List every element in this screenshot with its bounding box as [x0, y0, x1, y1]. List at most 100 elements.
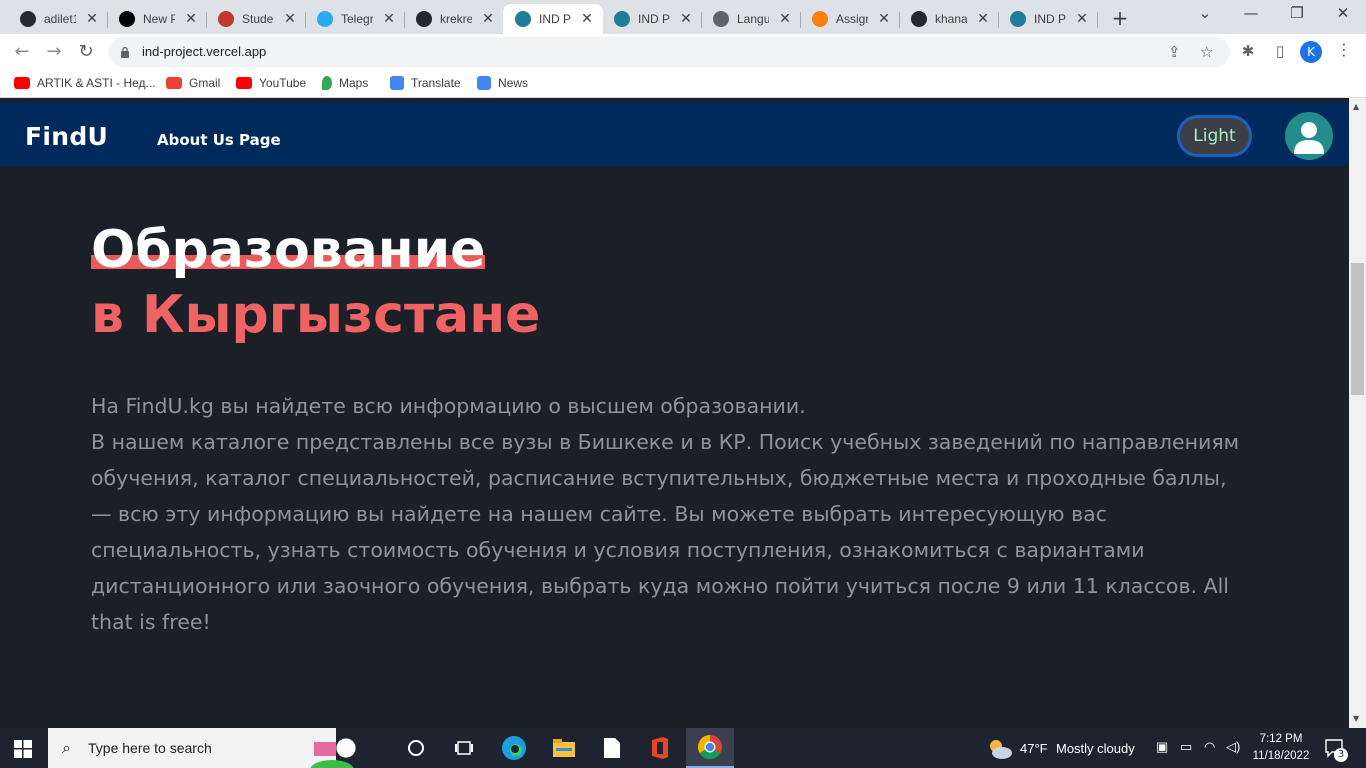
- scrollbar-thumb[interactable]: [1351, 263, 1364, 395]
- bookmark-item[interactable]: News: [477, 76, 528, 90]
- close-icon[interactable]: ✕: [480, 11, 496, 27]
- tab-search-icon[interactable]: ⌄: [1182, 4, 1228, 22]
- taskbar-search[interactable]: ⌕ Type here to search: [48, 728, 357, 768]
- bookmark-label: Translate: [411, 76, 461, 90]
- cortana-icon[interactable]: [392, 728, 440, 768]
- edge-icon[interactable]: [490, 728, 538, 768]
- close-icon[interactable]: ✕: [777, 11, 793, 27]
- search-highlight-icon: [310, 736, 357, 768]
- close-icon[interactable]: ✕: [183, 11, 199, 27]
- bookmark-label: News: [498, 76, 529, 90]
- windows-taskbar: ⌕ Type here to search 47°F Mostly cloudy…: [0, 728, 1366, 768]
- close-icon[interactable]: ✕: [282, 11, 298, 27]
- address-bar[interactable]: ind-project.vercel.app ⇪ ☆: [108, 37, 1230, 67]
- browser-tab[interactable]: Langu ✕: [701, 4, 801, 34]
- close-icon[interactable]: ✕: [579, 11, 595, 27]
- new-tab-icon[interactable]: +: [1108, 6, 1132, 30]
- wifi-icon[interactable]: ◠: [1204, 739, 1215, 755]
- bookmark-star-icon[interactable]: ☆: [1200, 43, 1213, 61]
- browser-tab[interactable]: adilet1 ✕: [8, 4, 108, 34]
- close-icon[interactable]: ✕: [381, 11, 397, 27]
- browser-tab[interactable]: IND Pr ✕: [602, 4, 702, 34]
- profile-avatar[interactable]: K: [1300, 41, 1322, 63]
- browser-tab-strip: adilet1 ✕ New P ✕ Studer ✕ Telegra ✕ kre…: [0, 0, 1366, 34]
- browser-tab[interactable]: krekrel ✕: [404, 4, 504, 34]
- browser-tab[interactable]: khana ✕: [899, 4, 999, 34]
- page-scrollbar[interactable]: ▲ ▼: [1349, 98, 1366, 728]
- bookmark-item[interactable]: ARTIK & ASTI - Нед...: [14, 76, 156, 90]
- battery-icon[interactable]: ▭: [1180, 739, 1192, 755]
- tab-title: khana: [935, 12, 967, 26]
- clock-date: 11/18/2022: [1252, 750, 1310, 762]
- weather-temperature[interactable]: 47°F: [1020, 741, 1048, 756]
- notification-count-badge: 3: [1334, 748, 1348, 762]
- reload-icon[interactable]: ↻: [74, 40, 98, 64]
- site-logo[interactable]: FindU: [25, 122, 108, 151]
- bookmark-item[interactable]: Translate: [390, 76, 461, 90]
- volume-icon[interactable]: ◁): [1226, 739, 1240, 755]
- bookmark-item[interactable]: Maps: [322, 76, 368, 90]
- tab-title: New P: [143, 12, 175, 26]
- close-icon[interactable]: ✕: [975, 11, 991, 27]
- moodle-icon: [812, 11, 828, 27]
- bookmark-item[interactable]: Gmail: [166, 76, 220, 90]
- forward-icon[interactable]: →: [42, 40, 66, 64]
- weather-description[interactable]: Mostly cloudy: [1056, 741, 1135, 756]
- hero-title-line1: Образование: [91, 220, 486, 280]
- youtube-icon: [14, 77, 30, 89]
- file-explorer-icon[interactable]: [540, 728, 588, 768]
- youtube-icon: [236, 77, 252, 89]
- notepad-icon[interactable]: [588, 728, 636, 768]
- windows-start-icon[interactable]: [14, 740, 32, 758]
- window-close-icon[interactable]: ✕: [1320, 4, 1366, 22]
- about-us-link[interactable]: About Us Page: [157, 131, 281, 149]
- browser-toolbar: ← → ↻ ind-project.vercel.app ⇪ ☆ ✱ ▯ K ⋮: [0, 34, 1366, 70]
- browser-tab-active[interactable]: IND Pr ✕: [503, 4, 603, 34]
- react-icon: [515, 11, 531, 27]
- bookmark-item[interactable]: YouTube: [236, 76, 306, 90]
- browser-tab[interactable]: Telegra ✕: [305, 4, 405, 34]
- task-view-icon[interactable]: [440, 728, 488, 768]
- browser-tab[interactable]: New P ✕: [107, 4, 207, 34]
- github-icon: [416, 11, 432, 27]
- translate-icon: [390, 76, 404, 90]
- share-icon[interactable]: ⇪: [1168, 43, 1181, 61]
- close-icon[interactable]: ✕: [678, 11, 694, 27]
- minimize-icon[interactable]: —: [1228, 4, 1274, 22]
- tab-title: krekrel: [440, 12, 472, 26]
- tray-app-icon[interactable]: ▣: [1156, 739, 1168, 755]
- more-menu-icon[interactable]: ⋮: [1336, 40, 1352, 59]
- browser-tab[interactable]: IND Pr ✕: [998, 4, 1098, 34]
- tab-title: IND Pr: [638, 12, 670, 26]
- site-navbar: FindU About Us Page Light: [0, 102, 1349, 166]
- weather-cloud-icon[interactable]: [986, 738, 1014, 764]
- url-text[interactable]: ind-project.vercel.app: [142, 44, 266, 59]
- system-clock[interactable]: 7:12 PM 11/18/2022: [1246, 731, 1316, 765]
- close-icon[interactable]: ✕: [84, 11, 100, 27]
- react-icon: [1010, 11, 1026, 27]
- github-icon: [20, 11, 36, 27]
- theme-toggle-button[interactable]: Light: [1177, 115, 1252, 157]
- browser-tab[interactable]: Assign ✕: [800, 4, 900, 34]
- maps-icon: [322, 76, 332, 90]
- bookmarks-bar: ARTIK & ASTI - Нед... Gmail YouTube Maps…: [0, 70, 1366, 98]
- page-viewport: FindU About Us Page Light Образование в …: [0, 98, 1349, 728]
- extensions-icon[interactable]: ✱: [1238, 42, 1258, 60]
- chrome-icon[interactable]: [686, 728, 734, 768]
- restore-icon[interactable]: ❐: [1274, 4, 1320, 22]
- bookmark-label: Maps: [339, 76, 369, 90]
- side-panel-icon[interactable]: ▯: [1270, 42, 1290, 60]
- scroll-up-icon[interactable]: ▲: [1353, 102, 1359, 111]
- lock-icon: [121, 46, 129, 58]
- hero-title-line2: в Кыргызстане: [91, 285, 541, 345]
- office-icon[interactable]: [636, 728, 684, 768]
- user-avatar-icon[interactable]: [1285, 112, 1333, 160]
- browser-tab[interactable]: Studer ✕: [206, 4, 306, 34]
- react-icon: [614, 11, 630, 27]
- globe-icon: [713, 11, 729, 27]
- back-icon[interactable]: ←: [10, 40, 34, 64]
- close-icon[interactable]: ✕: [876, 11, 892, 27]
- telegram-icon: [317, 11, 333, 27]
- scroll-down-icon[interactable]: ▼: [1353, 714, 1359, 723]
- close-icon[interactable]: ✕: [1074, 11, 1090, 27]
